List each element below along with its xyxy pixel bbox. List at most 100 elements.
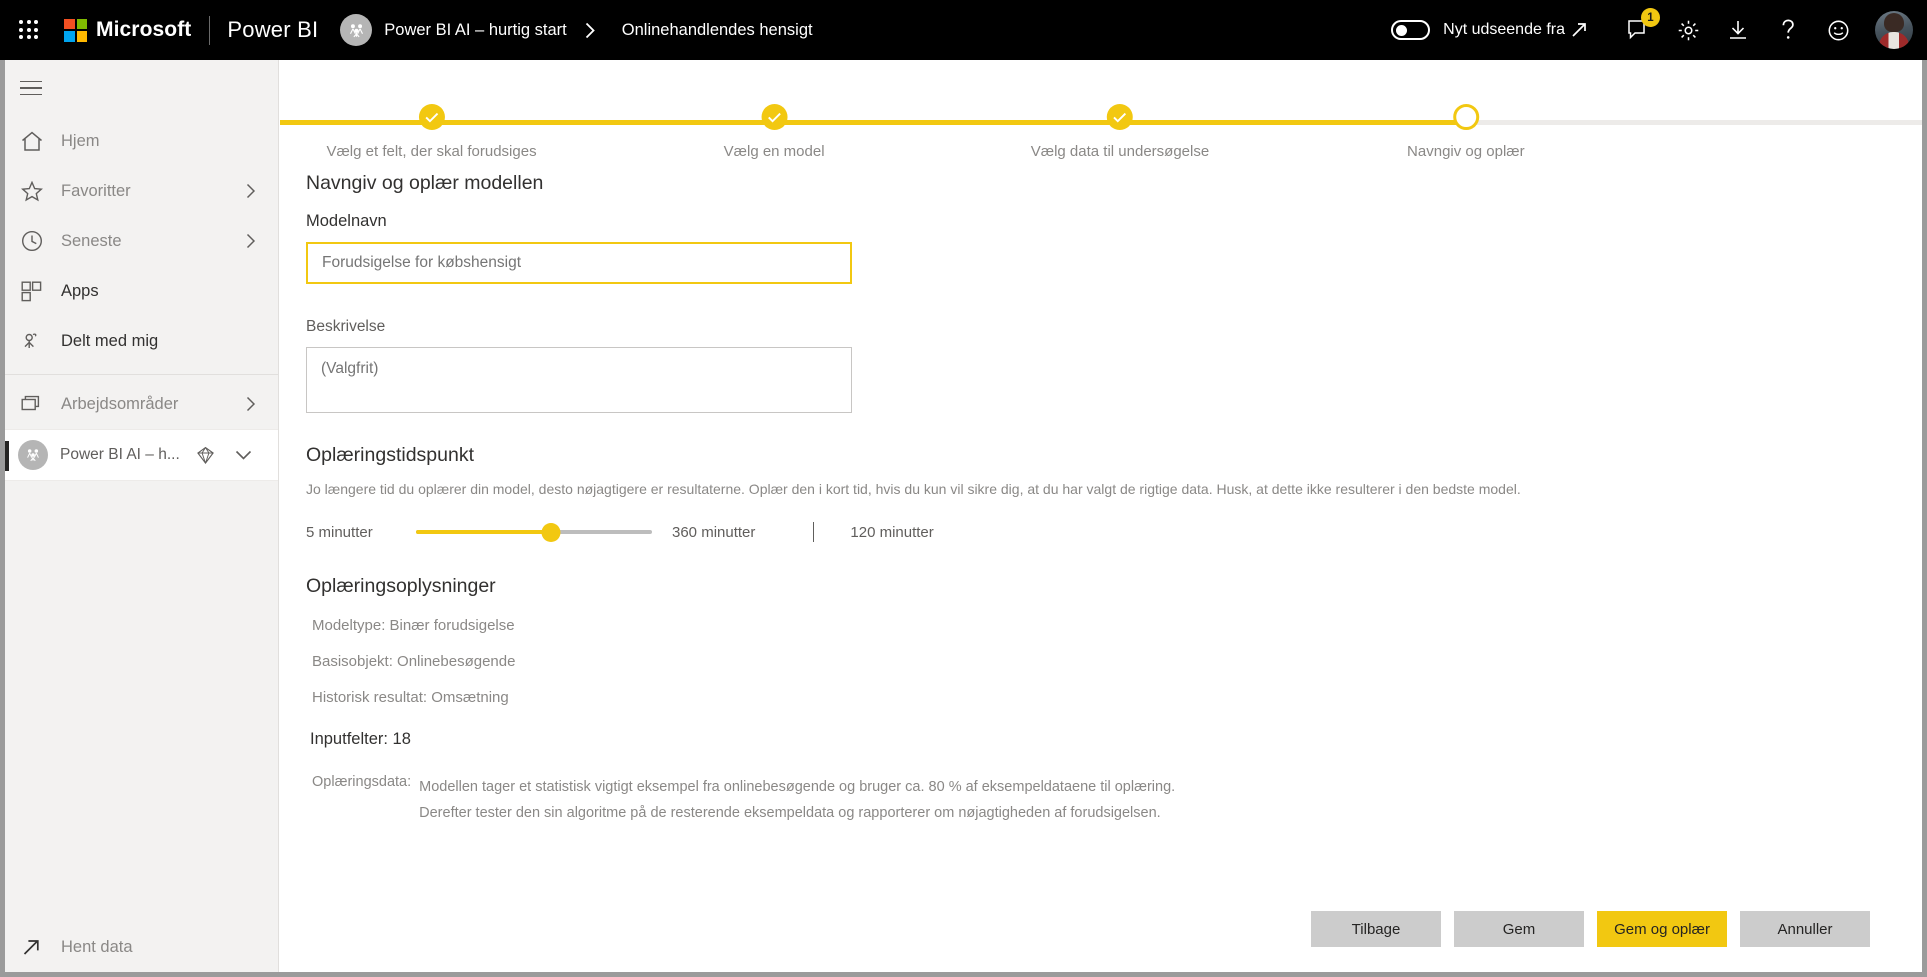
help-button[interactable]: [1763, 0, 1813, 60]
notifications-button[interactable]: 1: [1613, 0, 1663, 60]
microsoft-squares-icon: [64, 18, 87, 42]
sidebar-label-delt-med-mig: Delt med mig: [61, 331, 159, 350]
save-and-train-button[interactable]: Gem og oplær: [1597, 911, 1727, 947]
cancel-button[interactable]: Annuller: [1740, 911, 1870, 947]
nav-collapse-button[interactable]: [0, 60, 278, 116]
training-data-text: Modellen tager et statistisk vigtigt eks…: [419, 779, 1176, 821]
group-avatar-icon: [340, 14, 373, 46]
get-data-button[interactable]: Hent data: [0, 917, 278, 977]
question-mark-icon: [1782, 19, 1794, 39]
description-textarea[interactable]: [306, 347, 852, 413]
diagonal-arrow-icon[interactable]: [1569, 20, 1589, 40]
sidebar-item-apps[interactable]: Apps: [0, 266, 278, 316]
chevron-right-icon: [246, 233, 256, 249]
diamond-icon: [196, 446, 215, 465]
top-header-bar: Microsoft Power BI Power BI AI – hurtig …: [0, 0, 1927, 60]
powerbi-brand-link[interactable]: Power BI: [227, 17, 318, 43]
main-content: Vælg et felt, der skal forudsiges Vælg e…: [280, 60, 1927, 977]
step-done-icon: [418, 104, 445, 130]
smiley-icon: [1828, 20, 1848, 40]
step-current-icon: [1452, 104, 1479, 130]
stepper-step-3[interactable]: Vælg data til undersøgelse: [1031, 104, 1209, 160]
wizard-footer: Tilbage Gem Gem og oplær Annuller: [280, 881, 1927, 977]
waffle-grid-icon: [19, 20, 39, 40]
stepper-step-1[interactable]: Vælg et felt, der skal forudsiges: [326, 104, 537, 160]
app-launcher-button[interactable]: [0, 0, 58, 60]
download-icon: [1730, 21, 1746, 39]
home-icon: [21, 131, 51, 152]
chevron-right-icon: [246, 396, 256, 412]
shared-person-icon: [21, 331, 51, 352]
clock-icon: [21, 230, 51, 252]
sidebar-label-hjem: Hjem: [61, 131, 100, 150]
slider-separator: [813, 522, 815, 542]
training-time-slider[interactable]: [416, 522, 652, 542]
training-details-title: Oplæringsoplysninger: [306, 575, 496, 597]
stepper-label-2: Vælg en model: [723, 143, 825, 160]
sidebar-item-favoritter[interactable]: Favoritter: [0, 166, 278, 216]
chevron-right-icon: [246, 183, 256, 199]
training-time-help: Jo længere tid du oplærer din model, des…: [306, 481, 1521, 497]
stepper-step-4[interactable]: Navngiv og oplær: [1407, 104, 1525, 160]
stepper-label-1: Vælg et felt, der skal forudsiges: [326, 143, 537, 160]
left-navigation: Hjem Favoritter Seneste Apps Delt med mi…: [0, 60, 279, 977]
training-time-slider-row: 5 minutter 360 minutter 120 minutter: [306, 519, 1927, 545]
download-button[interactable]: [1713, 0, 1763, 60]
sidebar-item-delt-med-mig[interactable]: Delt med mig: [0, 316, 278, 366]
sidebar-label-favoritter: Favoritter: [61, 181, 131, 200]
stepper-label-3: Vælg data til undersøgelse: [1030, 143, 1210, 160]
workspaces-stack-icon: [21, 394, 51, 414]
training-data-key: Oplæringsdata:: [312, 774, 412, 790]
new-look-toggle[interactable]: [1391, 20, 1431, 40]
feedback-button[interactable]: [1813, 0, 1863, 60]
header-actions: Nyt udseende fra 1: [1391, 0, 1927, 60]
sidebar-label-seneste: Seneste: [61, 231, 122, 250]
form-body: Navngiv og oplær modellen Modelnavn Besk…: [280, 172, 1927, 826]
detail-model-type: Modeltype: Binær forudsigelse: [312, 617, 515, 634]
model-name-label: Modelnavn: [306, 212, 387, 230]
page-title: Navngiv og oplær modellen: [306, 172, 544, 194]
page-bottom-border: [0, 972, 1927, 977]
settings-button[interactable]: [1663, 0, 1713, 60]
wizard-stepper: Vælg et felt, der skal forudsiges Vælg e…: [280, 76, 1927, 172]
apps-grid-icon: [21, 281, 51, 302]
stepper-step-2[interactable]: Vælg en model: [724, 104, 825, 160]
arrow-up-right-icon: [21, 937, 51, 958]
page-left-border: [0, 60, 5, 977]
account-avatar[interactable]: [1875, 11, 1913, 49]
sidebar-item-hjem[interactable]: Hjem: [0, 116, 278, 166]
hamburger-icon: [20, 76, 42, 101]
active-indicator: [5, 441, 9, 471]
model-name-input[interactable]: [306, 242, 852, 284]
stepper-label-4: Navngiv og oplær: [1407, 143, 1525, 160]
sidebar-label-apps: Apps: [61, 281, 99, 300]
stepper-progress-todo: [1465, 120, 1927, 125]
chevron-down-icon[interactable]: [235, 450, 252, 461]
detail-historic-result: Historisk resultat: Omsætning: [312, 689, 509, 706]
group-avatar-icon: [18, 440, 48, 470]
microsoft-wordmark: Microsoft: [96, 18, 192, 41]
slider-max-label: 360 minutter: [672, 523, 756, 541]
detail-input-fields: Inputfelter: 18: [310, 730, 411, 748]
training-time-title: Oplæringstidspunkt: [306, 444, 474, 466]
training-data-block: Oplæringsdata: Modellen tager et statist…: [306, 774, 1927, 826]
back-button[interactable]: Tilbage: [1311, 911, 1441, 947]
header-divider: [209, 15, 211, 45]
slider-current-value: 120 minutter: [850, 523, 934, 541]
description-label: Beskrivelse: [306, 318, 386, 335]
breadcrumb-item[interactable]: Onlinehandlendes hensigt: [622, 21, 813, 40]
breadcrumb: Power BI AI – hurtig start Onlinehandlen…: [340, 14, 813, 46]
breadcrumb-workspace[interactable]: Power BI AI – hurtig start: [384, 21, 567, 40]
microsoft-logo[interactable]: Microsoft: [58, 18, 191, 42]
chevron-right-icon: [585, 22, 596, 39]
slider-min-label: 5 minutter: [306, 523, 373, 541]
sidebar-item-arbejdsomraader[interactable]: Arbejdsområder: [0, 379, 278, 429]
slider-track-fill: [416, 530, 551, 534]
sidebar-item-seneste[interactable]: Seneste: [0, 216, 278, 266]
save-button[interactable]: Gem: [1454, 911, 1584, 947]
sidebar-item-current-workspace[interactable]: Power BI AI – h...: [0, 429, 278, 481]
slider-thumb[interactable]: [541, 522, 561, 542]
page-right-border: [1922, 60, 1927, 977]
step-done-icon: [761, 104, 788, 130]
